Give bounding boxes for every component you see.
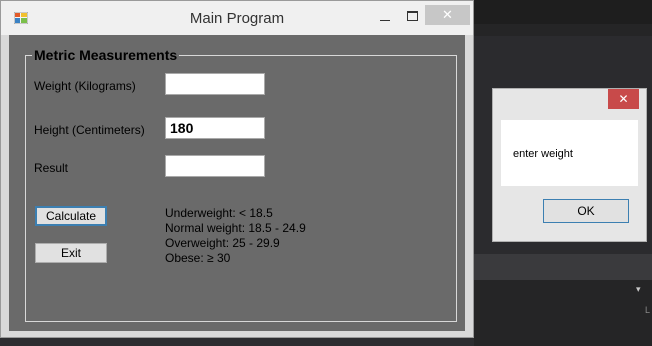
bmi-range-normal: Normal weight: 18.5 - 24.9 [165,221,306,235]
bmi-range-obese: Obese: ≥ 30 [165,251,231,265]
message-body: enter weight [501,120,638,186]
exit-button[interactable]: Exit [35,243,107,263]
metric-measurements-group: Metric Measurements Weight (Kilograms) H… [25,47,457,322]
weight-input[interactable] [165,73,265,95]
close-button[interactable]: ✕ [608,89,639,109]
title-bar[interactable]: Main Program ✕ [1,1,473,35]
bmi-ranges: Underweight: < 18.5 Normal weight: 18.5 … [165,206,345,270]
main-program-window: Main Program ✕ Metric Measurements Weigh… [0,0,474,338]
calculate-button[interactable]: Calculate [35,206,107,226]
bmi-range-underweight: Underweight: < 18.5 [165,206,273,220]
form-client-area: Metric Measurements Weight (Kilograms) H… [9,35,465,331]
chevron-down-icon[interactable]: ▾ [636,284,641,295]
height-input[interactable] [165,117,265,139]
weight-label: Weight (Kilograms) [34,79,136,93]
result-output[interactable] [165,155,265,177]
close-button[interactable]: ✕ [425,5,470,25]
minimize-button[interactable] [371,5,399,27]
ide-lower-panel [474,280,652,346]
ok-button[interactable]: OK [543,199,629,223]
bmi-range-overweight: Overweight: 25 - 29.9 [165,236,280,250]
maximize-button[interactable] [399,5,425,27]
height-label: Height (Centimeters) [34,123,145,137]
ide-fragment-text: L [645,305,651,315]
message-text: enter weight [513,148,573,160]
ide-tab-strip [474,24,652,36]
message-box-dialog: ✕ enter weight OK [492,88,647,242]
ide-bottom-toolbar [474,254,652,280]
result-label: Result [34,161,69,175]
group-title: Metric Measurements [32,47,180,63]
